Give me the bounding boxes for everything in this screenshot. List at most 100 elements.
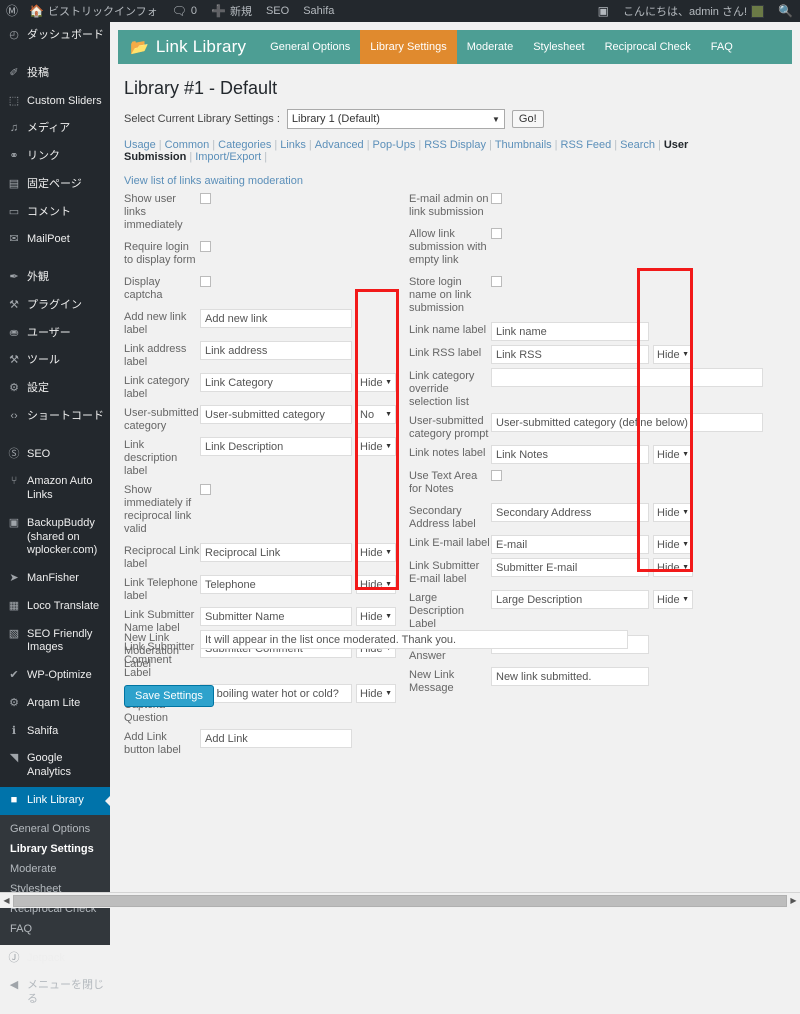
secondary-address-label-input[interactable]: [491, 503, 649, 522]
sidebar-item-[interactable]: ⚒ ツール: [0, 347, 110, 375]
reciprocal-link-label-visibility-select[interactable]: Hide ▼: [356, 543, 396, 562]
sidebar-item-[interactable]: ‹› ショートコード: [0, 403, 110, 431]
subnav-thumbnails[interactable]: Thumbnails: [495, 139, 552, 151]
save-settings-button[interactable]: Save Settings: [124, 685, 214, 707]
reciprocal-link-label-input[interactable]: [200, 543, 352, 562]
sidebar-item-seo[interactable]: Ⓢ SEO: [0, 441, 110, 469]
site-name-menu[interactable]: 🏠 ビストリックインフォ: [22, 0, 165, 22]
tab-faq[interactable]: FAQ: [701, 30, 743, 64]
link-telephone-label-input[interactable]: [200, 575, 352, 594]
display-captcha-checkbox[interactable]: [200, 276, 211, 287]
library-select[interactable]: Library 1 (Default) ▼: [286, 109, 505, 129]
subnav-usage[interactable]: Usage: [124, 139, 156, 151]
sidebar-item-[interactable]: ◴ ダッシュボード: [0, 22, 110, 50]
sidebar-item-loco-translate[interactable]: ▦ Loco Translate: [0, 593, 110, 621]
link-rss-label-visibility-select[interactable]: Hide ▼: [653, 345, 693, 364]
notifications-menu[interactable]: ▣: [591, 0, 616, 22]
user-submitted-category-visibility-select[interactable]: No ▼: [356, 405, 396, 424]
subnav-pop-ups[interactable]: Pop-Ups: [373, 139, 416, 151]
subnav-rss-feed[interactable]: RSS Feed: [561, 139, 612, 151]
link-category-label-input[interactable]: [200, 373, 352, 392]
add-new-link-label-input[interactable]: [200, 309, 352, 328]
sidebar-item-[interactable]: ⛂ ユーザー: [0, 320, 110, 348]
link-submitter-email-label-input[interactable]: [491, 558, 649, 577]
sidebar-item-sahifa[interactable]: ℹ Sahifa: [0, 718, 110, 746]
scroll-right-arrow[interactable]: ▶: [787, 896, 800, 905]
sidebar-item-[interactable]: ⚭ リンク: [0, 143, 110, 171]
subnav-advanced[interactable]: Advanced: [315, 139, 364, 151]
tab-library-settings[interactable]: Library Settings: [360, 30, 457, 64]
user-submitted-category-input[interactable]: [200, 405, 352, 424]
subnav-import-export[interactable]: Import/Export: [195, 151, 261, 163]
sidebar-subitem-library-settings[interactable]: Library Settings: [0, 839, 110, 859]
link-category-label-visibility-select[interactable]: Hide ▼: [356, 373, 396, 392]
tab-stylesheet[interactable]: Stylesheet: [523, 30, 594, 64]
subnav-rss-display[interactable]: RSS Display: [424, 139, 486, 151]
link-email-label-input[interactable]: [491, 535, 649, 554]
show-user-links-immediately-checkbox[interactable]: [200, 193, 211, 204]
sidebar-item-seo-friendly-images[interactable]: ▧ SEO Friendly Images: [0, 621, 110, 663]
secondary-address-label-visibility-select[interactable]: Hide ▼: [653, 503, 693, 522]
show-immediately-if-reciprocal-link-valid-checkbox[interactable]: [200, 484, 211, 495]
sidebar-item-[interactable]: ✒ 外観: [0, 264, 110, 292]
sidebar-item-google-analytics[interactable]: ◥ Google Analytics: [0, 745, 110, 787]
view-moderation-list-link[interactable]: View list of links awaiting moderation: [124, 175, 303, 187]
horizontal-scrollbar[interactable]: ◀ ▶: [0, 892, 800, 908]
sidebar-item-[interactable]: ⚙ 設定: [0, 375, 110, 403]
link-description-label-input[interactable]: [200, 437, 352, 456]
store-login-name-on-link-submission-checkbox[interactable]: [491, 276, 502, 287]
link-name-label-input[interactable]: [491, 322, 649, 341]
link-telephone-label-visibility-select[interactable]: Hide ▼: [356, 575, 396, 594]
sidebar-subitem-general-options[interactable]: General Options: [0, 819, 110, 839]
sidebar-item-wp-optimize[interactable]: ✔ WP-Optimize: [0, 662, 110, 690]
tab-general-options[interactable]: General Options: [260, 30, 360, 64]
link-category-override-selection-list-input[interactable]: [491, 368, 763, 387]
search-toggle[interactable]: 🔍: [771, 0, 800, 22]
sidebar-item-mailpoet[interactable]: ✉ MailPoet: [0, 226, 110, 254]
email-admin-on-link-submission-checkbox[interactable]: [491, 193, 502, 204]
subnav-links[interactable]: Links: [280, 139, 306, 151]
link-description-label-visibility-select[interactable]: Hide ▼: [356, 437, 396, 456]
allow-link-submission-with-empty-link-checkbox[interactable]: [491, 228, 502, 239]
link-rss-label-input[interactable]: [491, 345, 649, 364]
link-address-label-input[interactable]: [200, 341, 352, 360]
sidebar-item-manfisher[interactable]: ➤ ManFisher: [0, 565, 110, 593]
sidebar-item-jetpack[interactable]: Ⓙ Jetpack: [0, 945, 110, 973]
sidebar-item-backupbuddy-shared-on-wplocker-com[interactable]: ▣ BackupBuddy (shared on wplocker.com): [0, 510, 110, 565]
sidebar-item-collapse-menu[interactable]: ◀ メニューを閉じる: [0, 972, 110, 1014]
sidebar-subitem-faq[interactable]: FAQ: [0, 919, 110, 939]
scroll-left-arrow[interactable]: ◀: [0, 896, 13, 905]
link-submitter-name-label-input[interactable]: [200, 607, 352, 626]
sidebar-subitem-moderate[interactable]: Moderate: [0, 859, 110, 879]
sidebar-item-[interactable]: ▭ コメント: [0, 199, 110, 227]
link-submitter-name-label-visibility-select[interactable]: Hide ▼: [356, 607, 396, 626]
seo-menu[interactable]: SEO: [259, 0, 296, 22]
tab-reciprocal-check[interactable]: Reciprocal Check: [595, 30, 701, 64]
go-button[interactable]: Go!: [511, 110, 544, 128]
require-login-to-display-form-checkbox[interactable]: [200, 241, 211, 252]
new-link-moderation-label-input[interactable]: [200, 630, 628, 649]
sidebar-item-[interactable]: ✐ 投稿: [0, 60, 110, 88]
use-text-area-for-notes-checkbox[interactable]: [491, 470, 502, 481]
link-notes-label-input[interactable]: [491, 445, 649, 464]
wp-logo-menu[interactable]: Ⓜ: [0, 0, 22, 22]
link-email-label-visibility-select[interactable]: Hide ▼: [653, 535, 693, 554]
scrollbar-thumb[interactable]: [13, 894, 787, 907]
sidebar-item-[interactable]: ♫ メディア: [0, 115, 110, 143]
sidebar-item-link-library[interactable]: ■ Link Library: [0, 786, 111, 815]
sidebar-item-[interactable]: ▤ 固定ページ: [0, 171, 110, 199]
sidebar-item-[interactable]: ⚒ プラグイン: [0, 292, 110, 320]
link-notes-label-visibility-select[interactable]: Hide ▼: [653, 445, 693, 464]
sidebar-item-arqam-lite[interactable]: ⚙ Arqam Lite: [0, 690, 110, 718]
user-submitted-category-prompt-input[interactable]: [491, 413, 763, 432]
sidebar-item-custom-sliders[interactable]: ⬚ Custom Sliders: [0, 88, 110, 116]
sidebar-item-amazon-auto-links[interactable]: ⑂ Amazon Auto Links: [0, 468, 110, 510]
link-submitter-email-label-visibility-select[interactable]: Hide ▼: [653, 558, 693, 577]
add-link-button-label-input[interactable]: [200, 729, 352, 748]
subnav-search[interactable]: Search: [620, 139, 655, 151]
tab-moderate[interactable]: Moderate: [457, 30, 523, 64]
new-content-menu[interactable]: ➕ 新規: [204, 0, 259, 22]
my-account-menu[interactable]: こんにちは、admin さん!: [616, 0, 771, 22]
subnav-common[interactable]: Common: [165, 139, 210, 151]
theme-menu[interactable]: Sahifa: [296, 0, 341, 22]
